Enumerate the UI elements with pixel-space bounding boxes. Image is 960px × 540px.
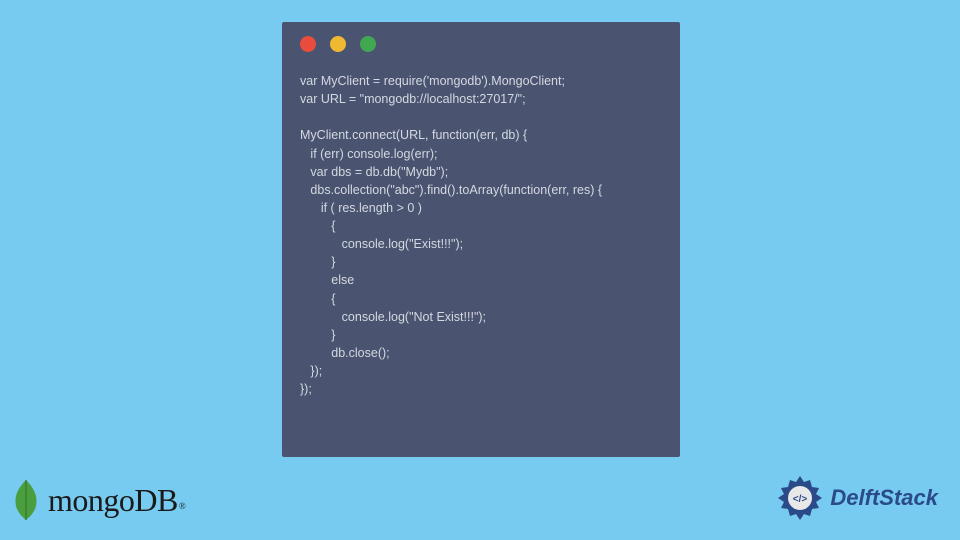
code-content: var MyClient = require('mongodb').MongoC… (282, 60, 680, 410)
delftstack-gear-icon: </> (776, 474, 824, 522)
delftstack-logo: </> DelftStack (776, 474, 938, 522)
maximize-icon (360, 36, 376, 52)
mongodb-leaf-icon (8, 478, 44, 522)
mongodb-text: mongoDB® (48, 482, 184, 519)
mongodb-trademark: ® (179, 501, 185, 511)
window-controls (282, 22, 680, 60)
mongodb-suffix: DB (134, 482, 177, 518)
svg-text:</>: </> (793, 494, 808, 505)
mongodb-logo: mongoDB® (8, 478, 184, 522)
minimize-icon (330, 36, 346, 52)
delftstack-text: DelftStack (830, 485, 938, 511)
code-window: var MyClient = require('mongodb').MongoC… (282, 22, 680, 457)
mongodb-name: mongo (48, 482, 134, 518)
close-icon (300, 36, 316, 52)
